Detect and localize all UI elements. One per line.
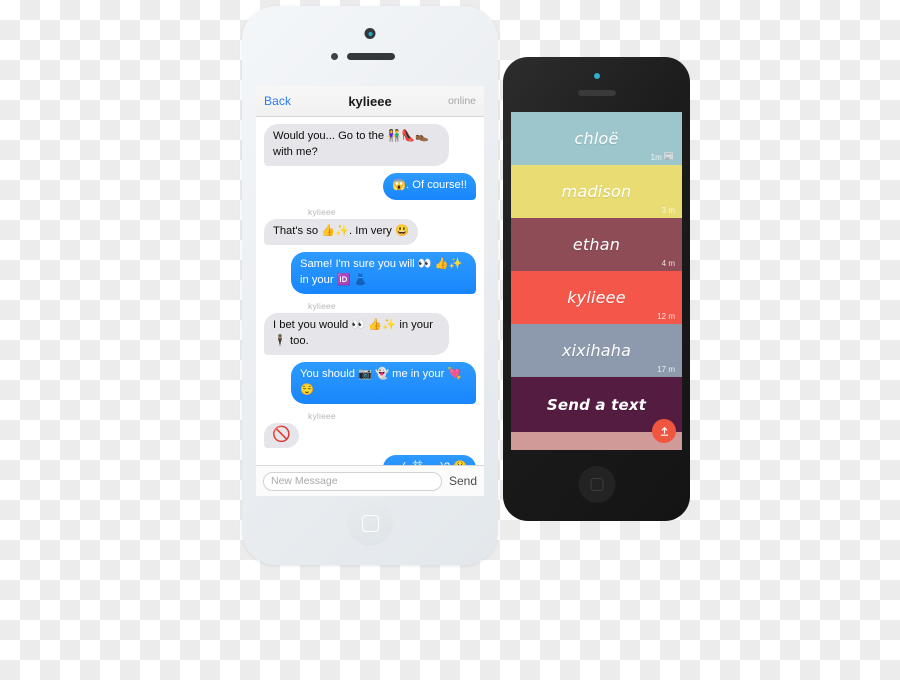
message-composer: Send [256,465,484,496]
chat-header: Back kylieee online [256,86,484,117]
contact-name: ethan [572,235,621,254]
front-camera-icon [593,73,600,79]
contact-timestamp: 1m [650,152,662,162]
contact-meta: 1m 📰 [651,152,675,162]
message-group: kylieee 🚫 [260,411,476,448]
message-row: 😱. Of course!! [264,173,480,200]
message-row: Would you... Go to the 👫👠👞 with me? [260,124,476,166]
contact-row-ethan[interactable]: ethan 4 m [511,218,682,271]
black-phone-screen: chloë 1m 📰 madison 3 m ethan 4 m kylieee… [511,112,682,450]
earpiece-speaker-icon [577,90,616,96]
sender-label: kylieee [308,301,336,311]
home-button[interactable] [347,500,393,546]
message-group: လ(ဝ益ဝလ)? 😩 [264,454,476,465]
white-iphone-device: Back kylieee online Would you... Go to t… [242,6,498,565]
message-bubble-incoming[interactable]: Would you... Go to the 👫👠👞 with me? [260,124,449,166]
sender-label: kylieee [308,206,336,217]
contact-name: xixihaha [561,341,632,360]
message-row: လ(ဝ益ဝလ)? 😩 [264,454,476,465]
back-button[interactable]: Back [264,94,291,108]
contact-meta: 12 m [657,312,675,321]
send-a-text-row[interactable]: Send a text [511,377,682,443]
online-status-label: online [447,95,476,107]
proximity-sensor-icon [331,53,338,60]
message-row: 🚫 [260,423,476,448]
contact-row-chloe[interactable]: chloë 1m 📰 [511,112,682,165]
message-row: You should 📷 👻 me in your 💘 😌 [264,362,480,404]
contact-meta: 17 m [657,365,675,374]
message-bubble-incoming[interactable]: 🚫 [260,423,299,448]
message-group: Same! I'm sure you will 👀 👍✨ in your 🆔 👗 [264,252,480,294]
message-group: Would you... Go to the 👫👠👞 with me? [260,124,476,166]
message-row: That's so 👍✨. Im very 😃 [260,218,476,245]
sender-label: kylieee [308,411,336,421]
message-bubble-outgoing[interactable]: You should 📷 👻 me in your 💘 😌 [291,362,480,404]
front-camera-icon [364,28,376,39]
message-bubble-outgoing[interactable]: လ(ဝ益ဝလ)? 😩 [382,454,476,465]
contact-timestamp: 3 m [661,206,675,215]
earpiece-speaker-icon [347,53,395,60]
message-row: I bet you would 👀 👍✨ in your 🕴 too. [260,313,476,355]
send-a-text-label: Send a text [546,395,647,414]
message-group: kylieee That's so 👍✨. Im very 😃 [260,206,476,245]
home-button[interactable] [578,466,615,503]
message-bubble-outgoing[interactable]: Same! I'm sure you will 👀 👍✨ in your 🆔 👗 [291,252,480,294]
message-list[interactable]: Would you... Go to the 👫👠👞 with me? 😱. O… [256,117,484,465]
contact-row-kylieee[interactable]: kylieee 12 m [511,271,682,324]
contact-timestamp: 12 m [657,312,675,321]
contact-name: madison [561,182,632,201]
contact-name: chloë [574,129,619,148]
home-button-square-icon [361,514,379,532]
contact-row-madison[interactable]: madison 3 m [511,165,682,218]
contact-row-xixihaha[interactable]: xixihaha 17 m [511,324,682,377]
contact-name: kylieee [567,288,626,307]
new-message-input[interactable] [263,471,442,491]
contact-timestamp: 4 m [661,259,675,268]
upload-arrow-icon[interactable] [652,419,676,443]
message-group: kylieee I bet you would 👀 👍✨ in your 🕴 t… [260,301,476,355]
message-bubble-outgoing[interactable]: 😱. Of course!! [383,173,480,200]
message-group: 😱. Of course!! [264,173,480,200]
contact-meta: 3 m [662,206,675,215]
white-phone-screen: Back kylieee online Would you... Go to t… [256,86,484,496]
home-button-square-icon [590,478,603,491]
black-iphone-device: chloë 1m 📰 madison 3 m ethan 4 m kylieee… [503,57,690,521]
news-badge-icon: 📰 [663,152,675,162]
contact-meta: 4 m [662,259,675,268]
message-bubble-incoming[interactable]: I bet you would 👀 👍✨ in your 🕴 too. [260,313,449,355]
contact-timestamp: 17 m [657,365,675,374]
message-row: Same! I'm sure you will 👀 👍✨ in your 🆔 👗 [264,252,480,294]
message-group: You should 📷 👻 me in your 💘 😌 [264,362,480,404]
send-button[interactable]: Send [449,474,477,488]
message-bubble-incoming[interactable]: That's so 👍✨. Im very 😃 [260,218,418,245]
